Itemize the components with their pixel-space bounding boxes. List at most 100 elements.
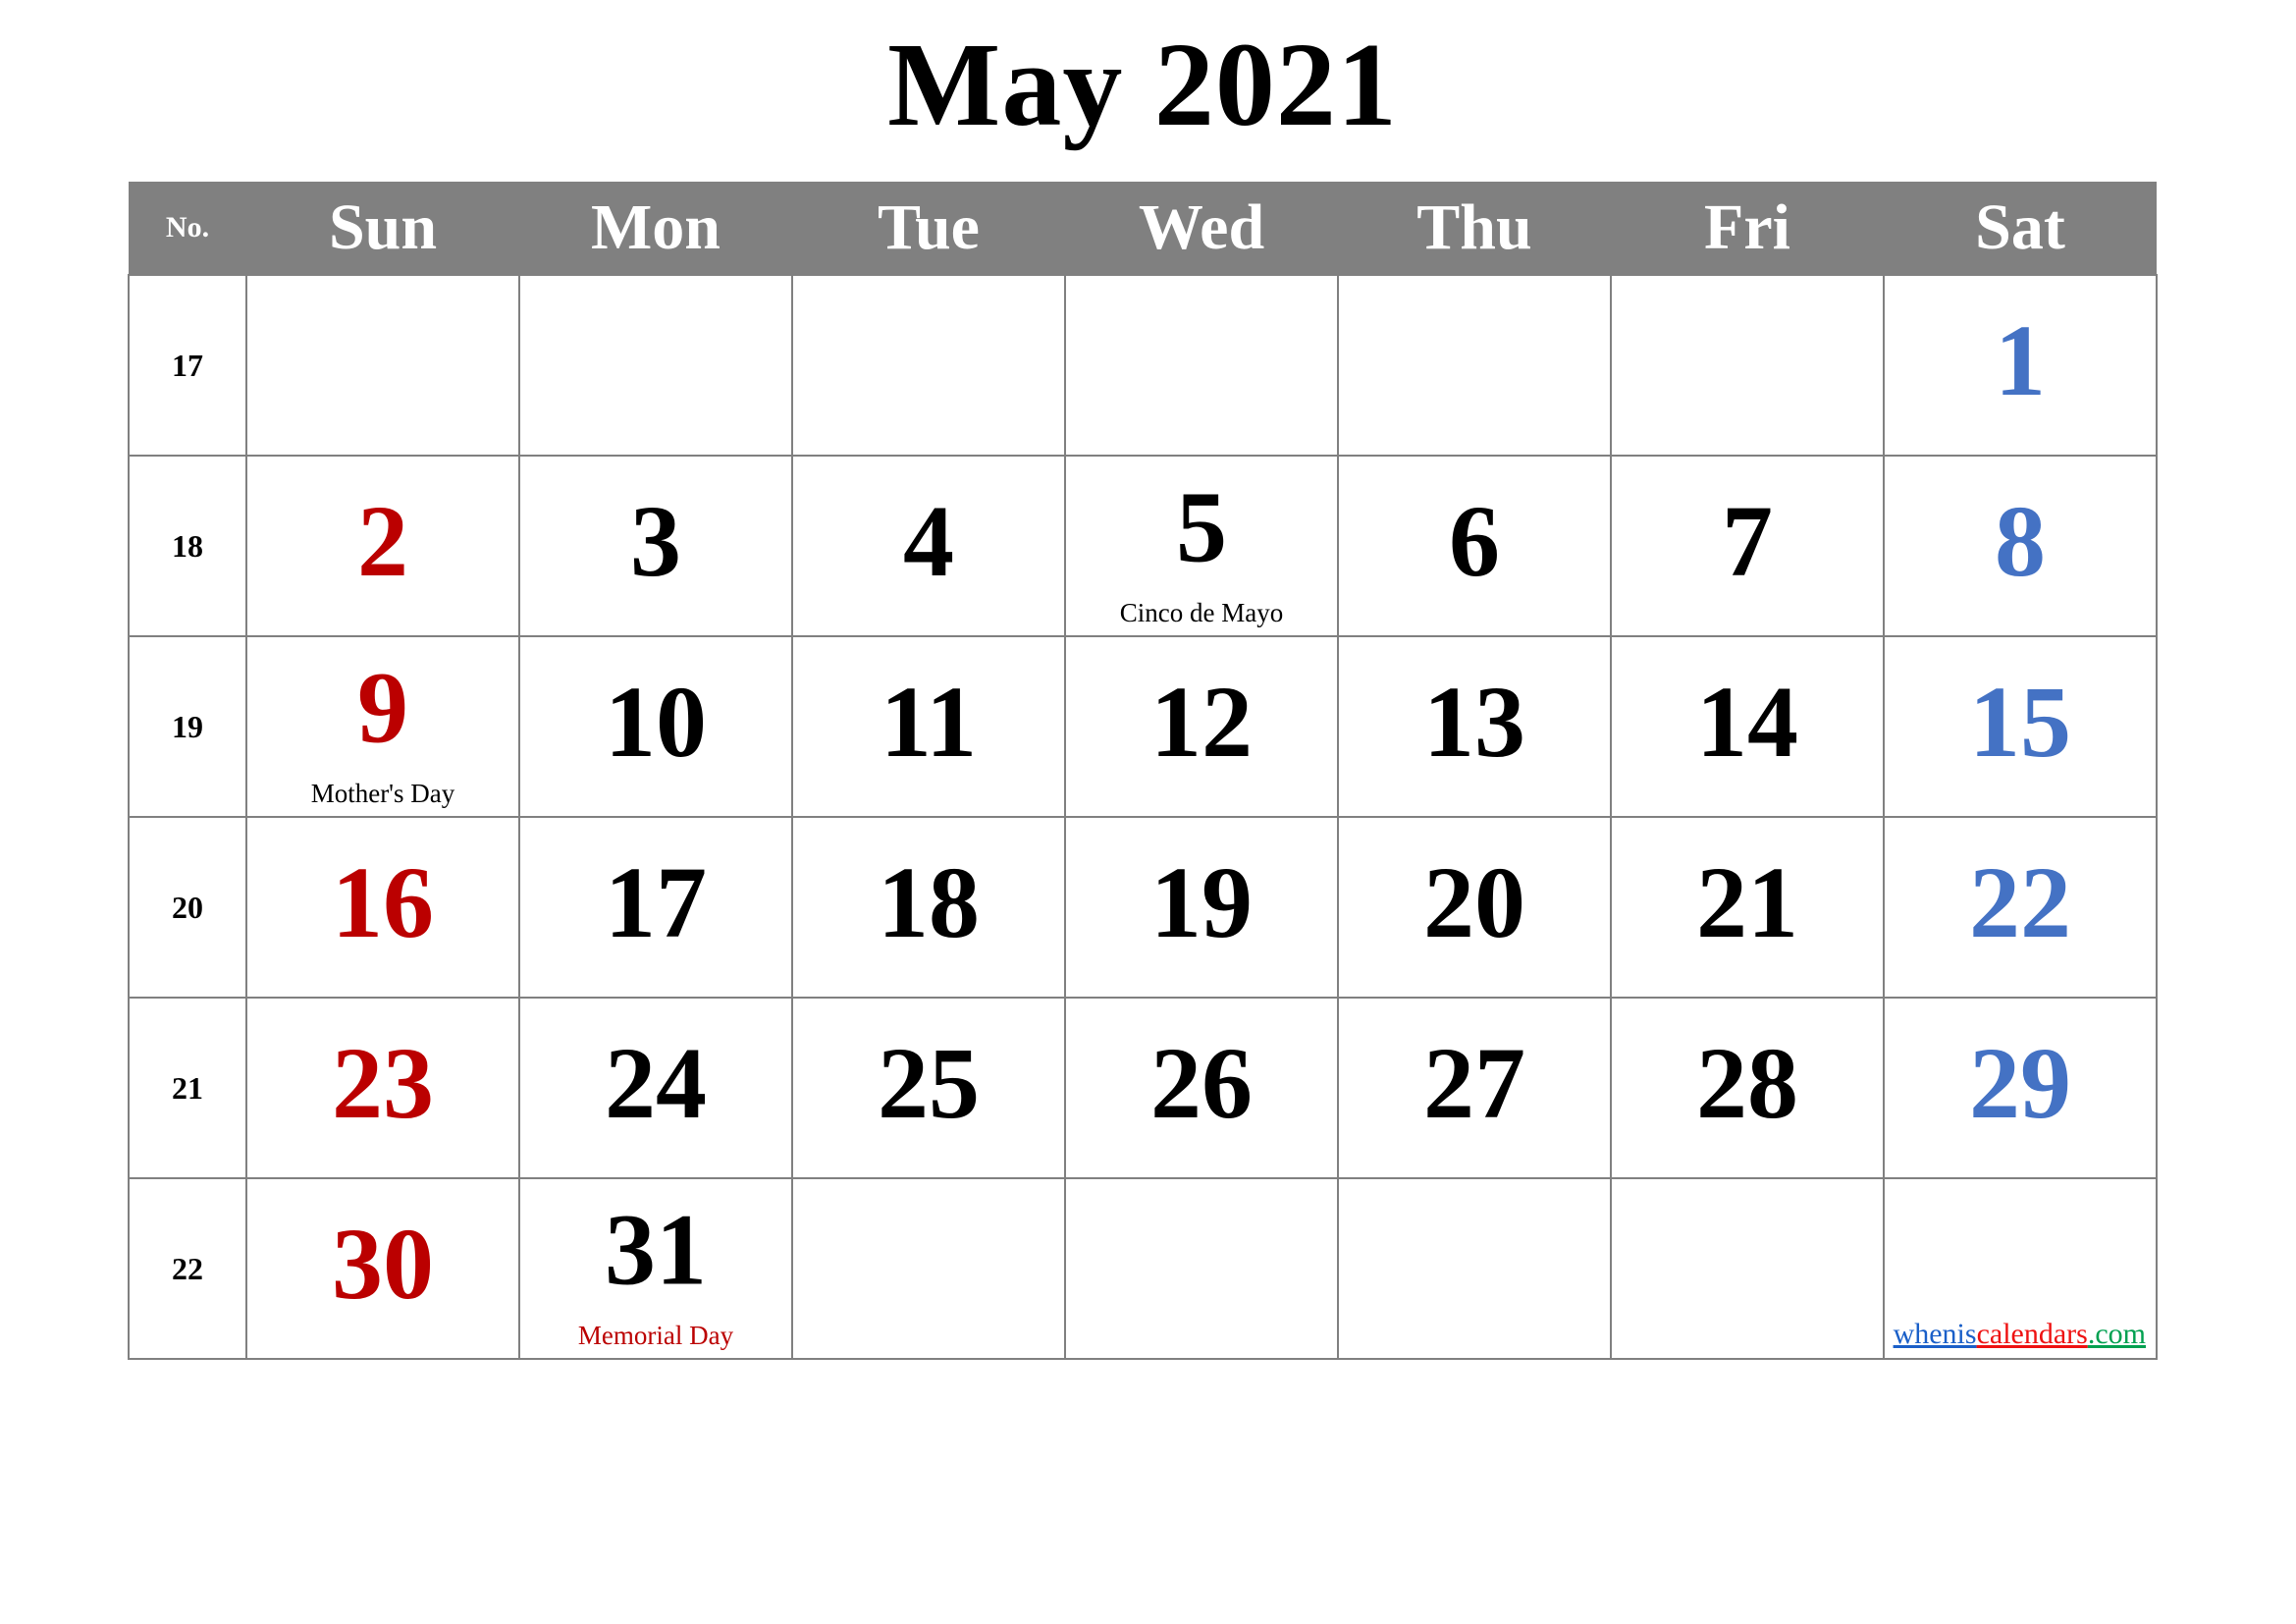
weekday-header-sun: Sun [246,182,519,275]
week-number-cell: 21 [128,997,247,1179]
day-number: 15 [1969,665,2071,779]
day-number: 27 [1423,1026,1525,1140]
calendar-day-cell[interactable]: 21 [1610,816,1885,999]
day-number: 6 [1449,484,1500,598]
calendar-day-cell[interactable]: 1 [1883,274,2158,457]
calendar-week-row: 19 9 Mother's Day 10 11 12 13 14 15 [128,635,2158,818]
calendar-table: No. Sun Mon Tue Wed Thu Fri Sat 17 1 18 2 3 4… [128,182,2158,1360]
calendar-day-cell[interactable] [791,1177,1066,1360]
calendar-day-cell[interactable]: 14 [1610,635,1885,818]
day-number: 24 [605,1026,707,1140]
day-number: 23 [332,1026,434,1140]
calendar-day-cell[interactable]: 19 [1064,816,1339,999]
day-number: 18 [878,845,980,959]
site-watermark[interactable]: wheniscalendars.com [1894,1319,2146,1350]
holiday-label: Cinco de Mayo [1119,598,1284,627]
day-number: 11 [880,665,978,779]
day-number: 7 [1722,484,1773,598]
calendar-day-cell[interactable]: 7 [1610,455,1885,637]
day-number: 30 [332,1207,434,1321]
calendar-day-cell[interactable]: 5 Cinco de Mayo [1064,455,1339,637]
calendar-day-cell[interactable] [518,274,793,457]
calendar-day-cell[interactable]: 11 [791,635,1066,818]
weekday-header-sat: Sat [1884,182,2157,275]
calendar-day-cell[interactable]: 4 [791,455,1066,637]
day-number: 26 [1150,1026,1253,1140]
calendar-week-row: 18 2 3 4 5 Cinco de Mayo 6 7 8 [128,455,2158,637]
calendar-day-cell[interactable]: 10 [518,635,793,818]
day-number: 13 [1423,665,1525,779]
calendar-day-cell[interactable]: 3 [518,455,793,637]
weekday-header-wed: Wed [1065,182,1338,275]
calendar-body: 17 1 18 2 3 4 5 Cinco de Mayo 6 7 8 19 9 Mother's Day… [128,274,2158,1360]
week-number-header: No. [129,182,246,275]
calendar-day-cell[interactable]: 20 [1337,816,1612,999]
weekday-header-mon: Mon [519,182,792,275]
weekday-header-thu: Thu [1338,182,1611,275]
holiday-label: Mother's Day [310,779,455,808]
calendar-day-cell[interactable]: 28 [1610,997,1885,1179]
calendar-day-cell[interactable]: 23 [245,997,520,1179]
calendar-day-cell[interactable]: 8 [1883,455,2158,637]
day-number: 17 [605,845,707,959]
calendar-day-cell[interactable] [1337,274,1612,457]
calendar-day-cell[interactable]: wheniscalendars.com [1883,1177,2158,1360]
calendar-week-row: 22 30 31 Memorial Day wheniscalendars.com [128,1177,2158,1360]
calendar-day-cell[interactable]: 18 [791,816,1066,999]
day-number: 8 [1995,484,2046,598]
day-number: 2 [357,484,408,598]
calendar-day-cell[interactable]: 27 [1337,997,1612,1179]
calendar-day-cell[interactable]: 16 [245,816,520,999]
calendar-day-cell[interactable] [245,274,520,457]
calendar-day-cell[interactable]: 31 Memorial Day [518,1177,793,1360]
day-number: 31 [605,1193,707,1307]
day-number: 29 [1969,1026,2071,1140]
calendar-day-cell[interactable]: 6 [1337,455,1612,637]
day-number: 12 [1150,665,1253,779]
calendar-day-cell[interactable] [1337,1177,1612,1360]
calendar-header-row: No. Sun Mon Tue Wed Thu Fri Sat [129,182,2157,275]
day-number: 16 [332,845,434,959]
calendar-page: May 2021 No. Sun Mon Tue Wed Thu Fri Sat… [0,0,2296,1624]
calendar-day-cell[interactable] [1610,274,1885,457]
calendar-day-cell[interactable] [1610,1177,1885,1360]
calendar-week-row: 20 16 17 18 19 20 21 22 [128,816,2158,999]
calendar-week-row: 21 23 24 25 26 27 28 29 [128,997,2158,1179]
calendar-day-cell[interactable] [791,274,1066,457]
day-number: 22 [1969,845,2071,959]
calendar-day-cell[interactable]: 13 [1337,635,1612,818]
calendar-day-cell[interactable]: 12 [1064,635,1339,818]
weekday-header-fri: Fri [1611,182,1884,275]
day-number: 1 [1995,303,2046,417]
calendar-day-cell[interactable] [1064,1177,1339,1360]
calendar-day-cell[interactable]: 2 [245,455,520,637]
day-number: 21 [1696,845,1798,959]
page-title: May 2021 [887,19,1398,151]
week-number-cell: 20 [128,816,247,999]
calendar-day-cell[interactable]: 26 [1064,997,1339,1179]
day-number: 4 [903,484,954,598]
calendar-day-cell[interactable]: 25 [791,997,1066,1179]
day-number: 25 [878,1026,980,1140]
week-number-cell: 17 [128,274,247,457]
calendar-day-cell[interactable]: 9 Mother's Day [245,635,520,818]
day-number: 3 [630,484,681,598]
day-number: 5 [1176,470,1227,584]
holiday-label: Memorial Day [577,1321,734,1350]
calendar-day-cell[interactable]: 17 [518,816,793,999]
weekday-header-tue: Tue [792,182,1065,275]
calendar-day-cell[interactable]: 24 [518,997,793,1179]
calendar-day-cell[interactable]: 30 [245,1177,520,1360]
calendar-day-cell[interactable]: 29 [1883,997,2158,1179]
watermark-part-calendars: calendars [1976,1318,2088,1350]
watermark-part-whenis: whenis [1893,1318,1977,1350]
watermark-part-tld: .com [2087,1318,2146,1350]
calendar-day-cell[interactable]: 15 [1883,635,2158,818]
calendar-day-cell[interactable] [1064,274,1339,457]
day-number: 10 [605,665,707,779]
calendar-week-row: 17 1 [128,274,2158,457]
calendar-day-cell[interactable]: 22 [1883,816,2158,999]
day-number: 14 [1696,665,1798,779]
week-number-cell: 19 [128,635,247,818]
day-number: 9 [357,651,408,765]
